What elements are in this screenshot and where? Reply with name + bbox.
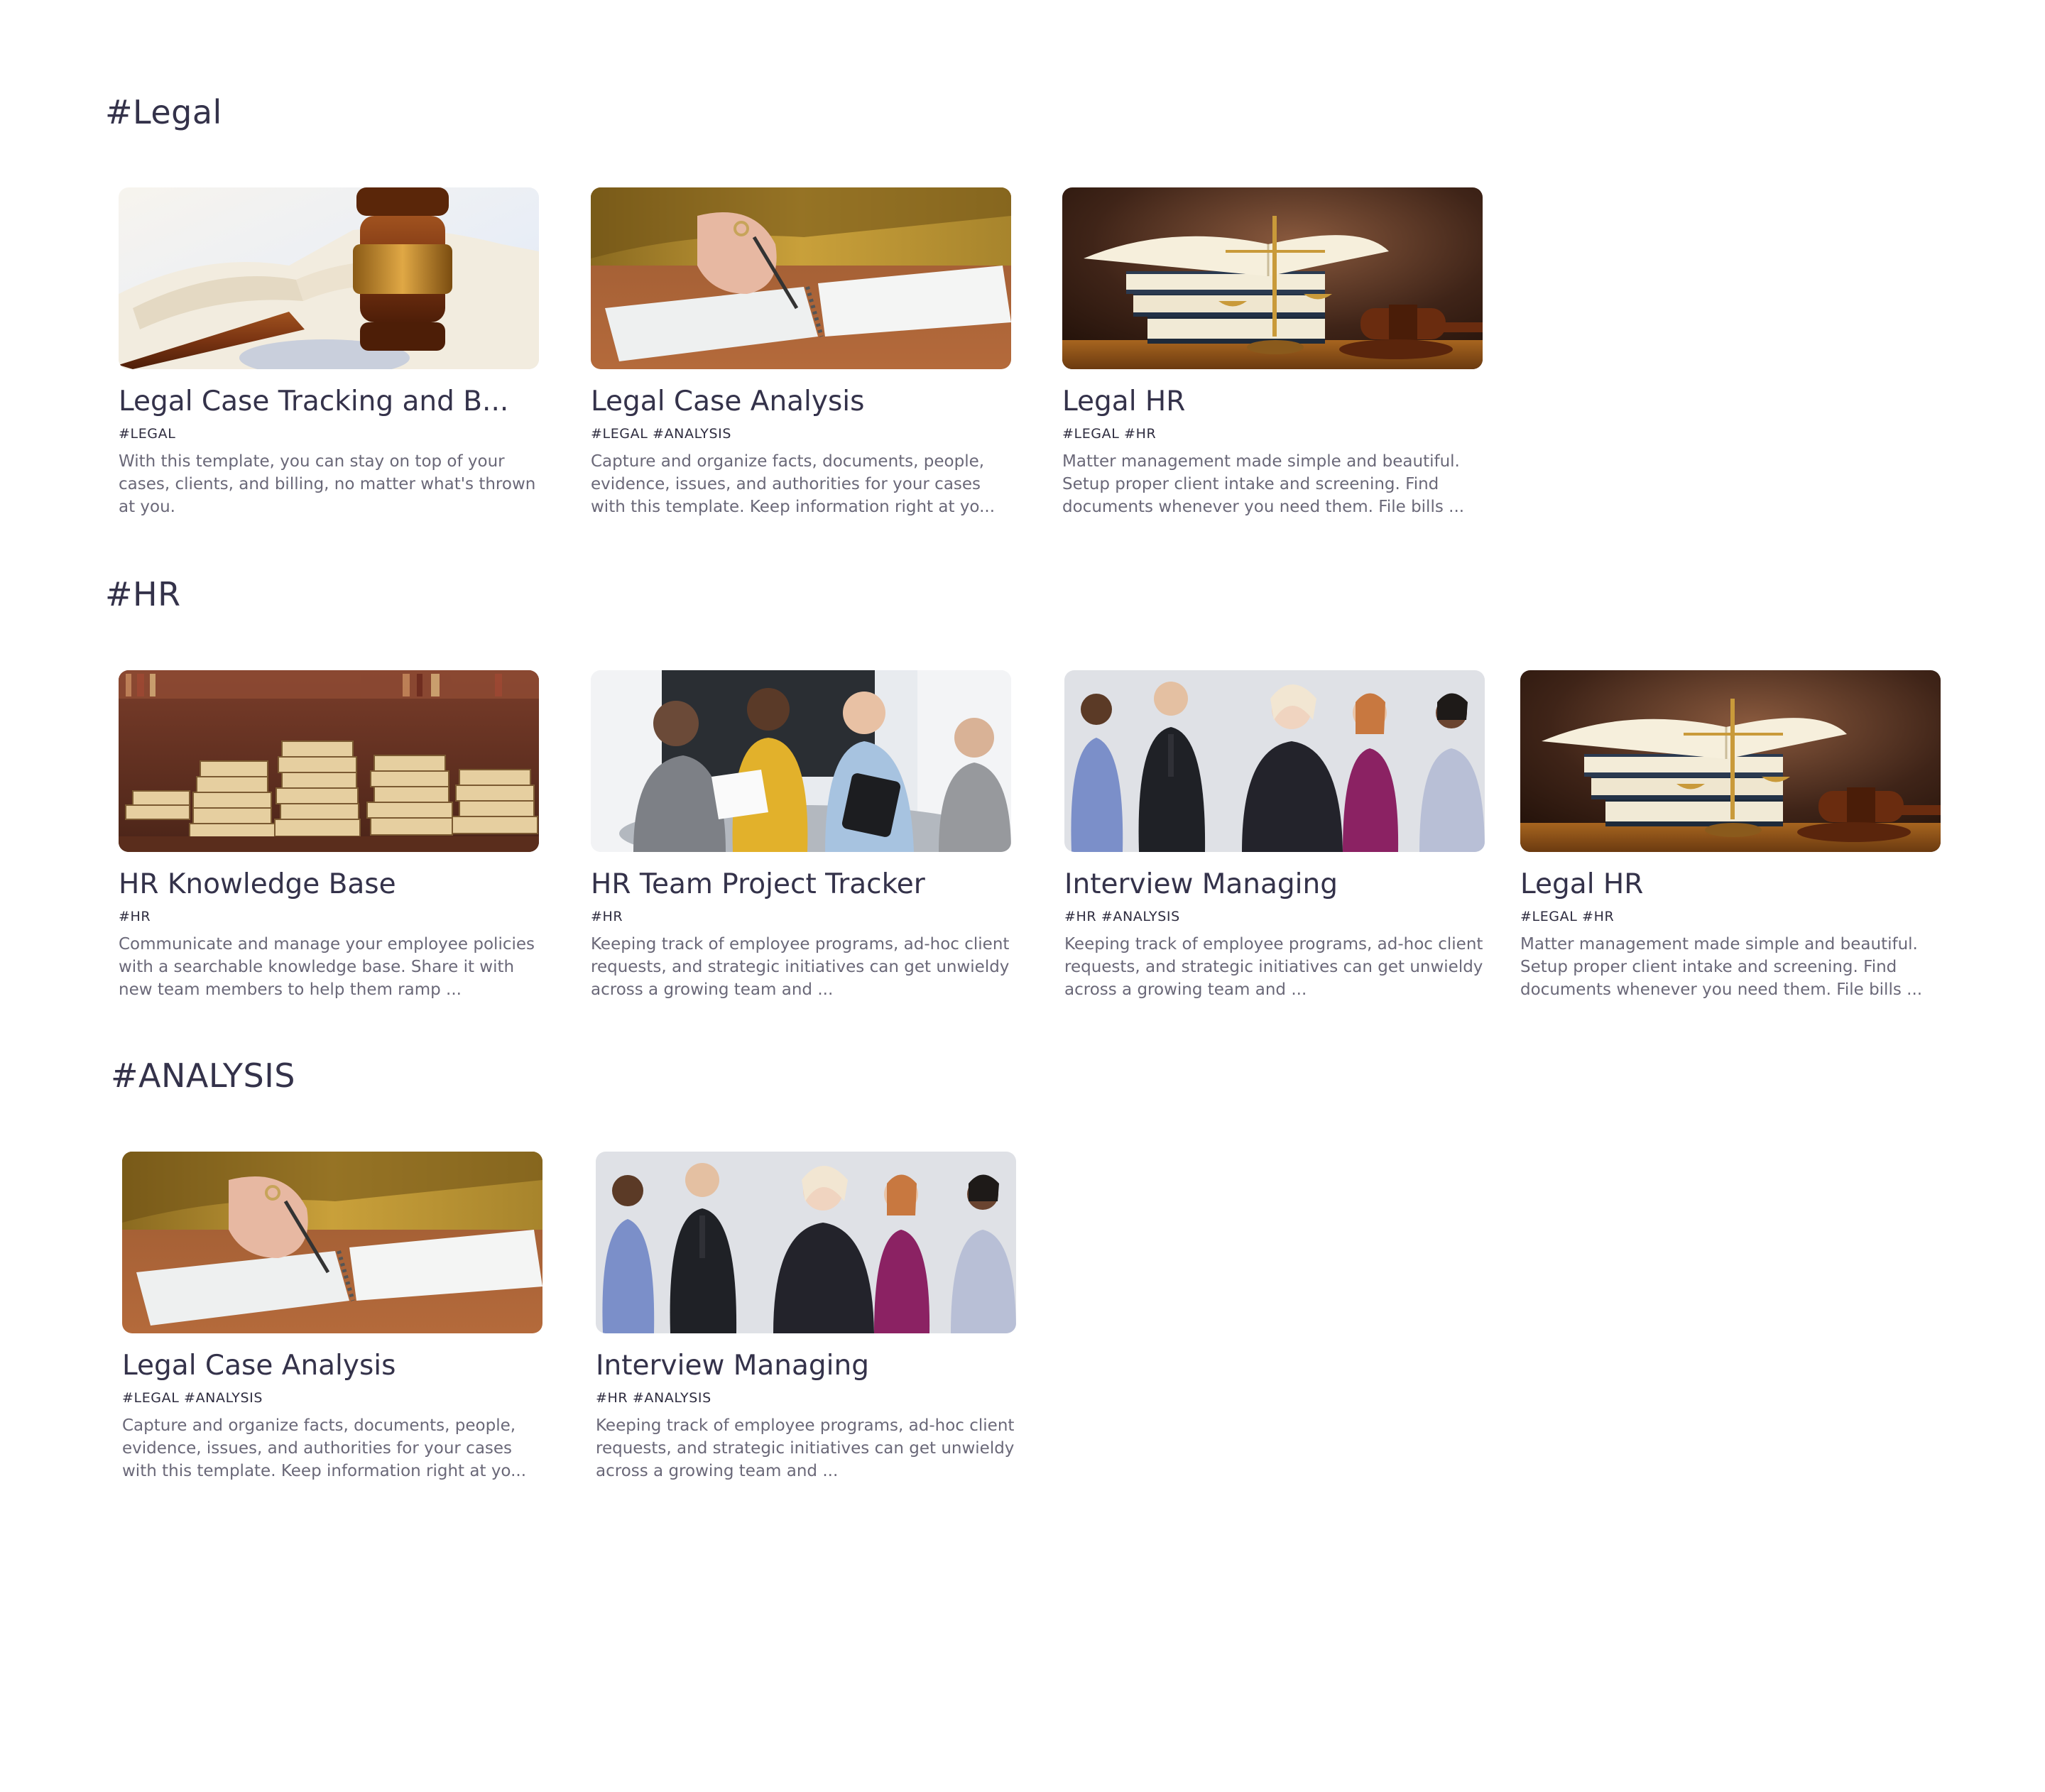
team-meeting-photo — [591, 670, 1011, 852]
gavel-photo — [119, 187, 539, 369]
card-description: Keeping track of employee programs, ad-h… — [596, 1416, 1015, 1480]
card-tags: #HR — [119, 909, 151, 924]
writing-notebook-photo — [122, 1152, 542, 1333]
card-description: Matter management made simple and beauti… — [1520, 935, 1923, 999]
law-books-scales-photo — [1062, 187, 1483, 369]
template-card[interactable]: HR Knowledge Base #HR Communicate and ma… — [119, 670, 539, 1001]
card-tags: #LEGAL — [119, 426, 176, 442]
card-tags: #LEGAL #ANALYSIS — [591, 426, 731, 442]
card-title: HR Team Project Tracker — [591, 868, 925, 900]
business-people-photo — [1064, 670, 1485, 852]
template-card[interactable]: HR Team Project Tracker #HR Keeping trac… — [591, 670, 1011, 1001]
template-card[interactable]: Legal Case Analysis #LEGAL #ANALYSIS Cap… — [591, 187, 1011, 518]
template-card[interactable]: Interview Managing #HR #ANALYSIS Keeping… — [1064, 670, 1485, 1001]
card-title: HR Knowledge Base — [119, 868, 396, 900]
writing-notebook-photo — [591, 187, 1011, 369]
law-books-scales-photo — [1520, 670, 1941, 852]
template-card[interactable]: Legal Case Analysis #LEGAL #ANALYSIS Cap… — [122, 1152, 542, 1482]
section-title: #Legal — [105, 93, 222, 131]
card-title: Interview Managing — [596, 1350, 869, 1382]
card-tags: #HR #ANALYSIS — [596, 1390, 711, 1406]
card-description: Keeping track of employee programs, ad-h… — [591, 935, 1010, 999]
section-title: #HR — [105, 575, 181, 613]
card-title: Interview Managing — [1064, 868, 1338, 900]
template-card[interactable]: Legal Case Tracking and B... #LEGAL With… — [119, 187, 539, 518]
card-tags: #LEGAL #ANALYSIS — [122, 1390, 263, 1406]
card-description: Matter management made simple and beauti… — [1062, 452, 1465, 516]
template-card[interactable]: Legal HR #LEGAL #HR Matter management ma… — [1062, 187, 1483, 518]
card-tags: #HR — [591, 909, 623, 924]
card-description: Keeping track of employee programs, ad-h… — [1064, 935, 1483, 999]
card-title: Legal Case Tracking and B... — [119, 386, 509, 417]
card-description: Capture and organize facts, documents, p… — [591, 452, 996, 516]
card-tags: #LEGAL #HR — [1062, 426, 1157, 442]
card-tags: #LEGAL #HR — [1520, 909, 1615, 924]
template-card[interactable]: Interview Managing #HR #ANALYSIS Keeping… — [596, 1152, 1016, 1482]
business-people-photo — [596, 1152, 1016, 1333]
card-description: Capture and organize facts, documents, p… — [122, 1416, 527, 1480]
card-description: With this template, you can stay on top … — [119, 452, 536, 516]
card-title: Legal HR — [1062, 386, 1186, 417]
book-stacks-photo — [119, 670, 539, 852]
card-title: Legal HR — [1520, 868, 1644, 900]
card-title: Legal Case Analysis — [591, 386, 865, 417]
card-tags: #HR #ANALYSIS — [1064, 909, 1180, 924]
card-title: Legal Case Analysis — [122, 1350, 396, 1382]
section-title: #ANALYSIS — [111, 1056, 295, 1095]
card-description: Communicate and manage your employee pol… — [119, 935, 535, 999]
template-card[interactable]: Legal HR #LEGAL #HR Matter management ma… — [1520, 670, 1941, 1001]
